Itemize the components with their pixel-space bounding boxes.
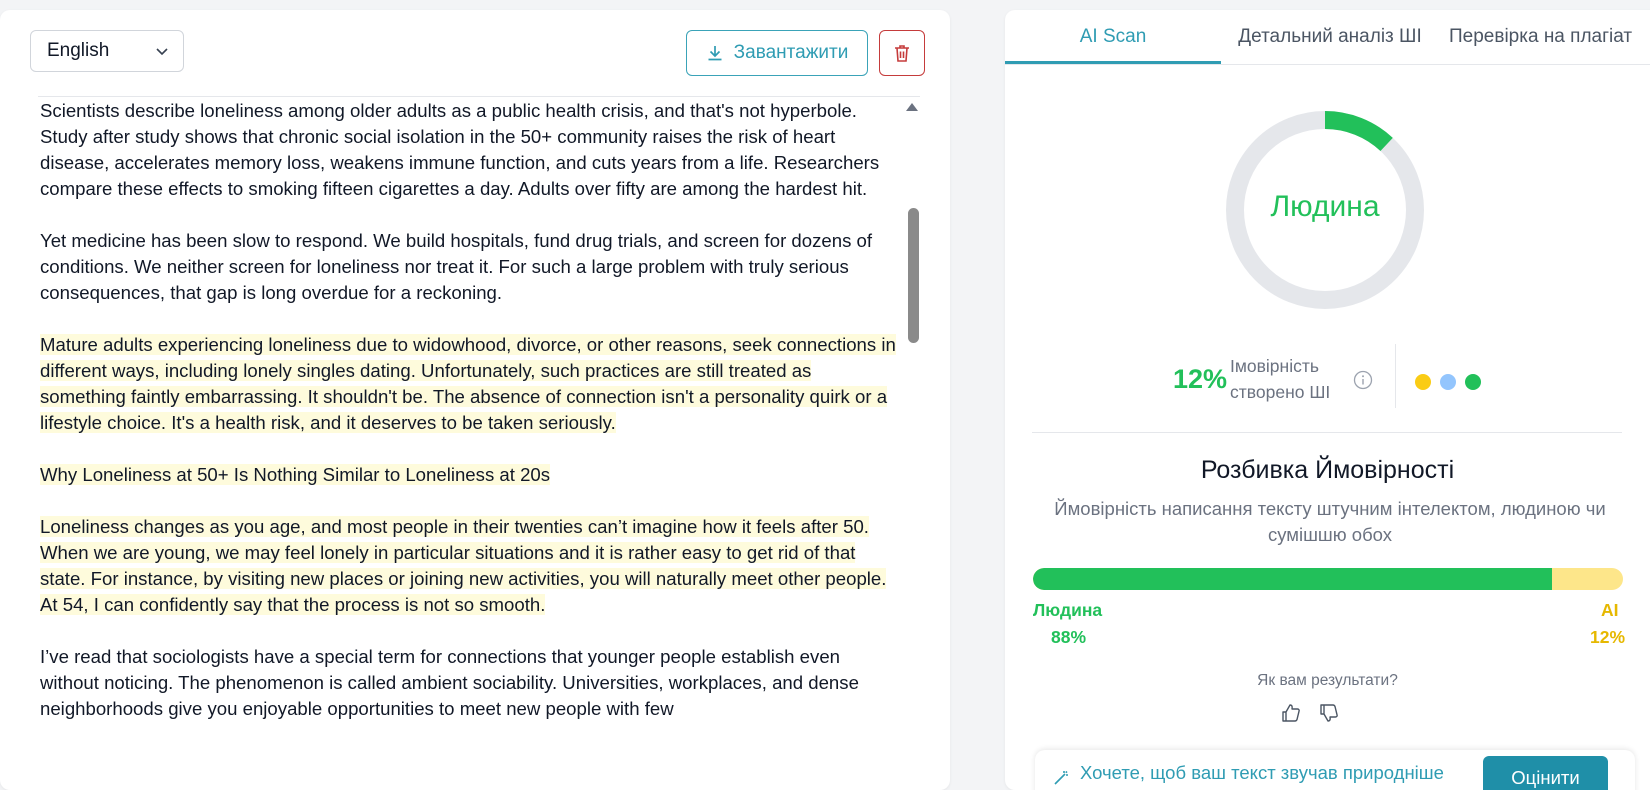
ai-label: AI [1601, 600, 1619, 620]
paragraph-text: Yet medicine has been slow to respond. W… [40, 230, 873, 303]
ai-probability-label: Імовірність створено ШІ [1230, 353, 1330, 405]
result-tabs: AI Scan Детальний аналіз ШІ Перевірка на… [1005, 10, 1650, 65]
trash-icon [895, 45, 909, 62]
download-label: Завантажити [733, 42, 849, 63]
tab-ai-scan[interactable]: AI Scan [1005, 10, 1221, 64]
delete-button[interactable] [879, 30, 925, 76]
legend-dot-mixed [1415, 374, 1431, 390]
paragraph-text: Scientists describe loneliness among old… [40, 100, 880, 199]
breakdown-title: Розбивка Ймовірності [1200, 456, 1455, 484]
info-icon[interactable] [1353, 370, 1373, 390]
breakdown-description: Ймовірність написання тексту штучним інт… [1054, 498, 1606, 545]
language-select[interactable]: English [30, 30, 184, 72]
text-paragraph: I’ve read that sociologists have a speci… [40, 644, 902, 722]
tab-detailed-analysis[interactable]: Детальний аналіз ШІ [1221, 10, 1439, 64]
download-button[interactable]: Завантажити [686, 30, 868, 76]
ai-probability-value: 12% [1173, 364, 1228, 394]
probability-bar [1033, 568, 1623, 590]
text-paragraph: Loneliness changes as you age, and most … [40, 514, 902, 618]
prob-label-line1: Імовірність [1230, 356, 1319, 376]
highlighted-text: Loneliness changes as you age, and most … [40, 516, 887, 615]
highlighted-text: Why Loneliness at 50+ Is Nothing Similar… [40, 464, 551, 485]
human-share-fill [1033, 568, 1553, 590]
editor-panel: English Завантажити Scientists describe … [0, 10, 950, 790]
text-paragraph: Scientists describe loneliness among old… [40, 98, 902, 202]
text-content[interactable]: Scientists describe loneliness among old… [40, 98, 902, 788]
humanize-promo: Хочете, щоб ваш текст звучав природніше … [1035, 750, 1635, 790]
stat-separator [1395, 344, 1396, 408]
ai-percent: 12% [1590, 627, 1626, 647]
thumbs-up-icon[interactable] [1280, 702, 1302, 724]
section-divider [1032, 432, 1622, 433]
scrollbar-thumb[interactable] [908, 208, 919, 343]
prob-label-line2: створено ШІ [1230, 382, 1331, 402]
language-value: English [47, 40, 110, 61]
promo-text[interactable]: Хочете, щоб ваш текст звучав природніше [1080, 762, 1444, 784]
active-tab-indicator [1005, 61, 1221, 64]
text-paragraph: Mature adults experiencing loneliness du… [40, 332, 902, 436]
thumbs-down-icon[interactable] [1318, 702, 1340, 724]
toolbar-divider [38, 96, 920, 97]
human-label: Людина [1033, 600, 1103, 620]
verdict-label: Людина [1270, 190, 1380, 223]
scroll-up-arrow-icon[interactable] [906, 103, 918, 111]
chevron-down-icon [156, 48, 168, 56]
highlighted-text: Mature adults experiencing loneliness du… [40, 334, 896, 433]
text-paragraph: Why Loneliness at 50+ Is Nothing Similar… [40, 462, 902, 488]
results-panel: AI Scan Детальний аналіз ШІ Перевірка на… [1005, 10, 1650, 790]
evaluate-button[interactable]: Оцінити [1483, 756, 1608, 790]
paragraph-text: I’ve read that sociologists have a speci… [40, 646, 859, 719]
magic-wand-icon [1054, 770, 1068, 785]
download-icon [708, 46, 722, 61]
legend-dot-human [1465, 374, 1481, 390]
probability-row: 12% Імовірність створено ШІ [1173, 344, 1553, 414]
human-percent: 88% [1051, 627, 1087, 647]
text-paragraph: Yet medicine has been slow to respond. W… [40, 228, 902, 306]
tab-plagiarism[interactable]: Перевірка на плагіат [1439, 10, 1650, 64]
feedback-question: Як вам результати? [1257, 672, 1398, 689]
legend-dot-ai [1440, 374, 1456, 390]
